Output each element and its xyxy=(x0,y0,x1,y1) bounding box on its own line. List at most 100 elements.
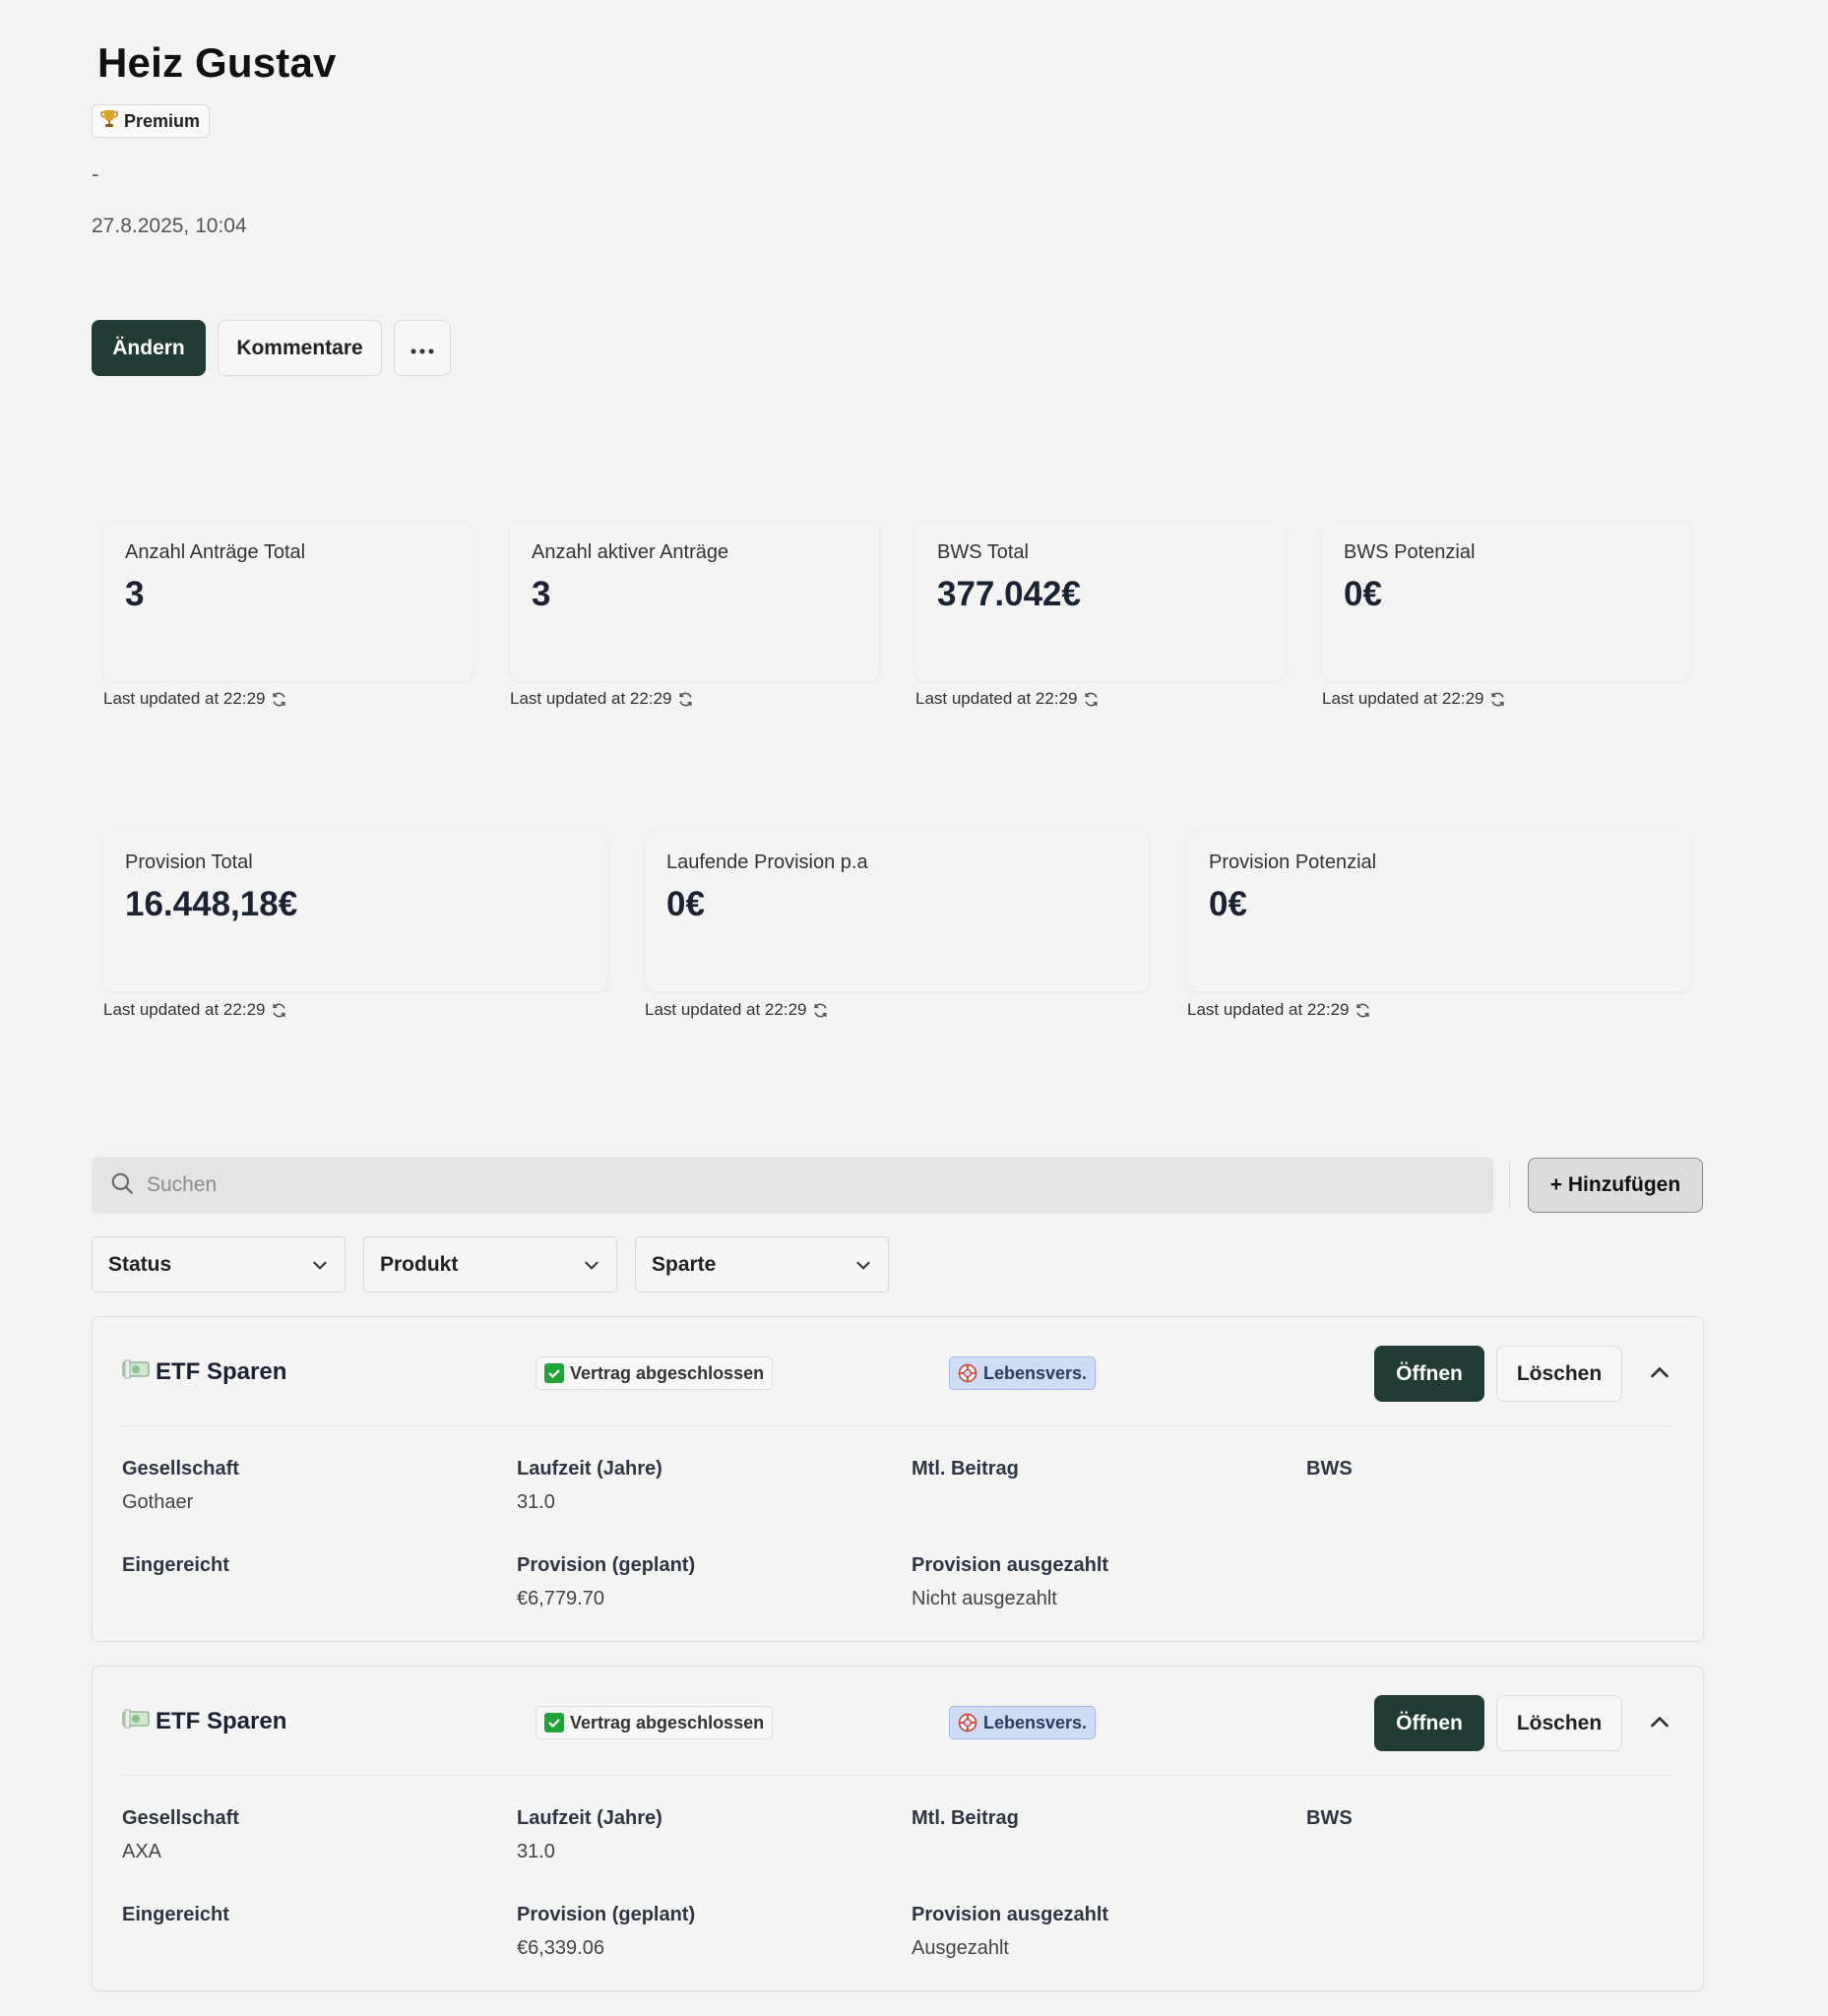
chevron-down-icon xyxy=(313,1261,327,1270)
comments-button[interactable]: Kommentare xyxy=(218,320,382,376)
refresh-icon[interactable] xyxy=(271,1002,287,1019)
contract-name: ETF Sparen xyxy=(156,1358,287,1385)
field-value-laufzeit: 31.0 xyxy=(517,1841,555,1862)
last-updated-text: Last updated at 22:29 xyxy=(1322,689,1484,708)
add-button[interactable]: + Hinzufügen xyxy=(1528,1158,1703,1213)
stat-label: Anzahl aktiver Anträge xyxy=(532,541,729,563)
last-updated: Last updated at 22:29 xyxy=(103,689,287,709)
edit-button[interactable]: Ändern xyxy=(92,320,206,376)
filter-status-label: Status xyxy=(108,1252,172,1276)
chevron-down-icon xyxy=(585,1261,599,1270)
field-label-provision-ausgezahlt: Provision ausgezahlt xyxy=(912,1554,1109,1576)
checkmark-icon xyxy=(544,1363,564,1383)
filter-sparte[interactable]: Sparte xyxy=(635,1236,889,1292)
search-bar[interactable] xyxy=(92,1157,1493,1214)
refresh-icon[interactable] xyxy=(1083,691,1100,708)
stat-card-bws-potenzial: BWS Potenzial 0€ xyxy=(1322,522,1691,681)
contract-divider xyxy=(122,1775,1673,1776)
field-label-laufzeit: Laufzeit (Jahre) xyxy=(517,1807,662,1829)
contract-title: ETF Sparen xyxy=(122,1708,286,1735)
chevron-up-icon[interactable] xyxy=(1648,1361,1671,1385)
stat-value: 3 xyxy=(532,575,551,613)
sparte-badge: Lebensvers. xyxy=(949,1706,1097,1739)
contract-divider xyxy=(122,1425,1673,1426)
refresh-icon[interactable] xyxy=(812,1002,829,1019)
checkmark-icon xyxy=(544,1713,564,1732)
field-label-eingereicht: Eingereicht xyxy=(122,1554,229,1576)
search-divider xyxy=(1509,1162,1510,1209)
field-value-provision-ausgezahlt: Ausgezahlt xyxy=(912,1937,1009,1959)
sparte-badge: Lebensvers. xyxy=(949,1356,1097,1390)
stat-label: BWS Potenzial xyxy=(1344,541,1476,563)
sparte-badge-label: Lebensvers. xyxy=(983,1712,1088,1732)
field-value-provision-ausgezahlt: Nicht ausgezahlt xyxy=(912,1588,1057,1609)
status-badge: Vertrag abgeschlossen xyxy=(536,1356,774,1390)
lifebuoy-icon xyxy=(958,1713,977,1732)
filter-status[interactable]: Status xyxy=(92,1236,346,1292)
field-value-gesellschaft: Gothaer xyxy=(122,1491,194,1513)
sparte-badge-label: Lebensvers. xyxy=(983,1362,1088,1383)
stat-label: BWS Total xyxy=(937,541,1029,563)
delete-button[interactable]: Löschen xyxy=(1496,1695,1622,1751)
filter-produkt[interactable]: Produkt xyxy=(363,1236,617,1292)
contract-name: ETF Sparen xyxy=(156,1708,287,1734)
field-label-beitrag: Mtl. Beitrag xyxy=(912,1458,1019,1480)
chevron-up-icon[interactable] xyxy=(1648,1711,1671,1734)
field-label-laufzeit: Laufzeit (Jahre) xyxy=(517,1458,662,1480)
more-icon xyxy=(410,337,434,360)
money-icon xyxy=(122,1358,150,1386)
refresh-icon[interactable] xyxy=(1489,691,1506,708)
subtitle-placeholder: - xyxy=(92,161,99,186)
stat-card-antraege-total: Anzahl Anträge Total 3 xyxy=(103,522,473,681)
stat-card-bws-total: BWS Total 377.042€ xyxy=(915,522,1285,681)
chevron-down-icon xyxy=(856,1261,870,1270)
field-label-bws: BWS xyxy=(1306,1458,1353,1480)
field-label-bws: BWS xyxy=(1306,1807,1353,1829)
delete-button[interactable]: Löschen xyxy=(1496,1346,1622,1402)
field-label-beitrag: Mtl. Beitrag xyxy=(912,1807,1019,1829)
stat-card-provision-total: Provision Total 16.448,18€ xyxy=(103,832,607,991)
money-icon xyxy=(122,1708,150,1735)
refresh-icon[interactable] xyxy=(271,691,287,708)
search-input[interactable] xyxy=(147,1173,1426,1197)
contract-card: ETF Sparen Vertrag abgeschlossen Lebensv… xyxy=(92,1316,1704,1642)
contract-title: ETF Sparen xyxy=(122,1358,286,1386)
stat-label: Anzahl Anträge Total xyxy=(125,541,306,563)
field-label-provision-geplant: Provision (geplant) xyxy=(517,1904,696,1925)
stat-value: 377.042€ xyxy=(937,575,1081,613)
status-badge-label: Vertrag abgeschlossen xyxy=(570,1712,765,1732)
stat-value: 0€ xyxy=(1344,575,1382,613)
more-options-button[interactable] xyxy=(394,320,451,376)
trophy-icon xyxy=(100,109,118,134)
field-value-gesellschaft: AXA xyxy=(122,1841,162,1862)
premium-badge-label: Premium xyxy=(124,110,201,131)
stat-value: 3 xyxy=(125,575,145,613)
field-label-gesellschaft: Gesellschaft xyxy=(122,1458,239,1480)
stat-value: 0€ xyxy=(1209,885,1247,923)
field-value-provision-geplant: €6,339.06 xyxy=(517,1937,604,1959)
status-badge: Vertrag abgeschlossen xyxy=(536,1706,774,1739)
stat-label: Provision Total xyxy=(125,851,253,873)
field-label-eingereicht: Eingereicht xyxy=(122,1904,229,1925)
contract-card: ETF Sparen Vertrag abgeschlossen Lebensv… xyxy=(92,1666,1704,1991)
last-updated: Last updated at 22:29 xyxy=(103,1000,287,1020)
last-updated: Last updated at 22:29 xyxy=(915,689,1100,709)
search-icon xyxy=(109,1170,135,1201)
last-updated-text: Last updated at 22:29 xyxy=(1187,1000,1350,1019)
field-label-gesellschaft: Gesellschaft xyxy=(122,1807,239,1829)
stat-card-provision-potenzial: Provision Potenzial 0€ xyxy=(1187,832,1691,991)
field-label-provision-geplant: Provision (geplant) xyxy=(517,1554,696,1576)
stat-label: Provision Potenzial xyxy=(1209,851,1377,873)
last-updated: Last updated at 22:29 xyxy=(510,689,694,709)
last-updated: Last updated at 22:29 xyxy=(645,1000,829,1020)
open-button[interactable]: Öffnen xyxy=(1374,1346,1484,1402)
stat-card-laufende-provision: Laufende Provision p.a 0€ xyxy=(645,832,1149,991)
refresh-icon[interactable] xyxy=(677,691,694,708)
field-value-provision-geplant: €6,779.70 xyxy=(517,1588,604,1609)
last-updated-text: Last updated at 22:29 xyxy=(103,689,266,708)
premium-badge: Premium xyxy=(92,104,211,138)
lifebuoy-icon xyxy=(958,1363,977,1383)
stat-value: 16.448,18€ xyxy=(125,885,298,923)
refresh-icon[interactable] xyxy=(1355,1002,1371,1019)
open-button[interactable]: Öffnen xyxy=(1374,1695,1484,1751)
